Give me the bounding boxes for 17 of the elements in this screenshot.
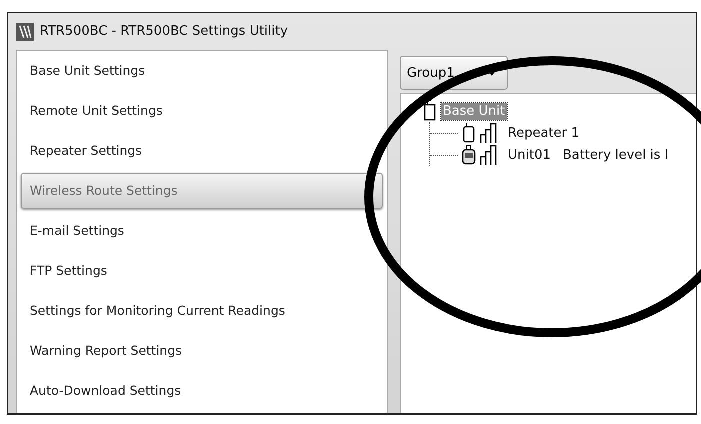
sidebar-item[interactable]: Warning Report Settings <box>21 333 383 369</box>
sidebar-item[interactable]: Remote Unit Settings <box>21 93 383 129</box>
device-icon <box>462 122 476 144</box>
sidebar-item[interactable]: FTP Settings <box>21 253 383 289</box>
logger-icon <box>462 144 476 166</box>
sidebar-item[interactable]: Settings for Monitoring Current Readings <box>21 293 383 329</box>
window-title: RTR500BC - RTR500BC Settings Utility <box>40 24 288 39</box>
tree-item[interactable]: Repeater 1 <box>506 124 582 142</box>
tree-item[interactable]: Unit01 <box>506 146 554 164</box>
sidebar-item[interactable]: Base Unit Settings <box>21 53 383 89</box>
sidebar-item[interactable]: E-mail Settings <box>21 213 383 249</box>
sidebar-item[interactable]: Repeater Settings <box>21 133 383 169</box>
device-icon <box>423 100 437 122</box>
app-icon <box>16 22 34 40</box>
status-text: Battery level is l <box>563 148 668 162</box>
sidebar-item[interactable]: Wireless Route Settings <box>21 173 383 209</box>
sidebar-item[interactable]: Auto-Download Settings <box>21 373 383 409</box>
